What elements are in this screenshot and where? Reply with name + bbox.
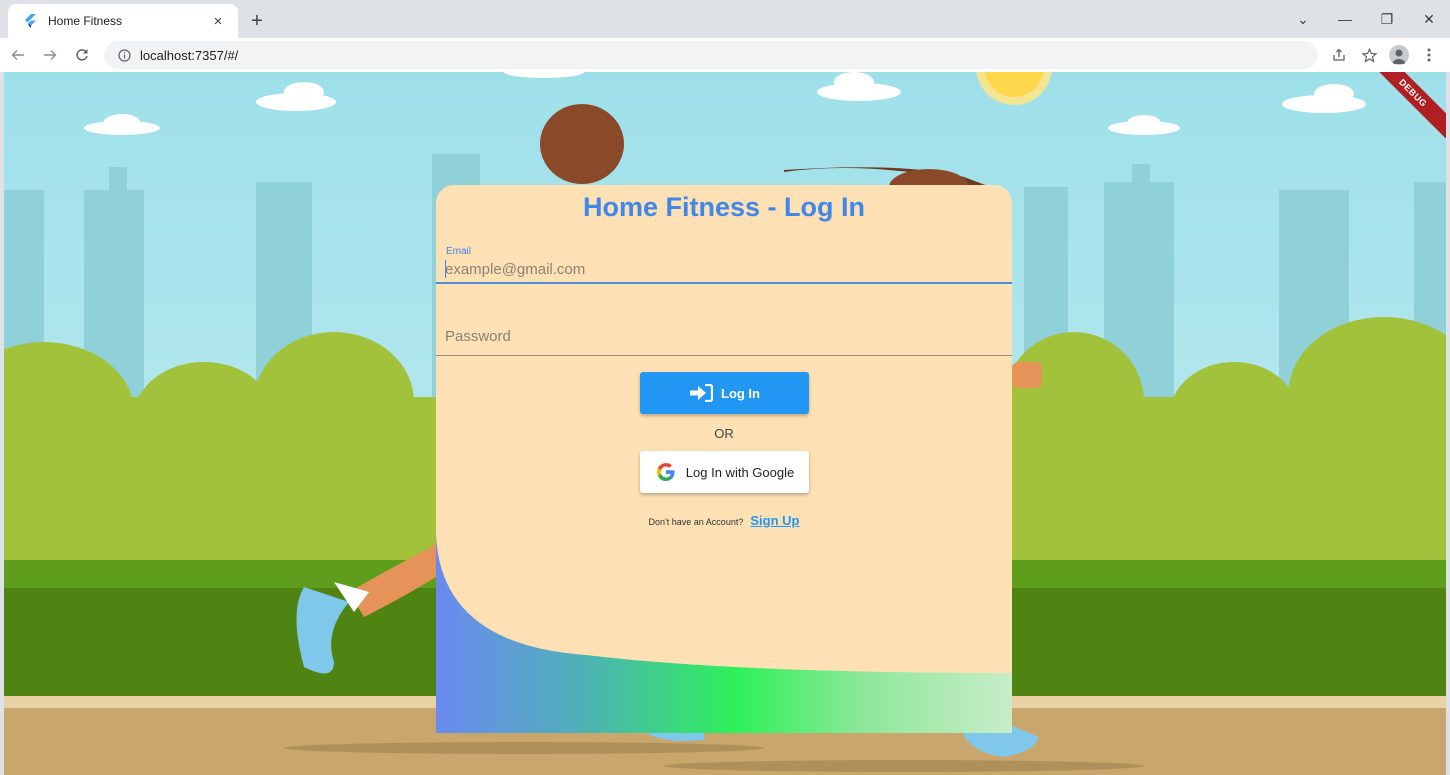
restore-icon[interactable]: ❐ [1366, 0, 1408, 38]
login-button[interactable]: Log In [640, 372, 809, 414]
page-viewport: DEBUG Home Fitness - Log In Email exampl… [4, 72, 1446, 775]
login-button-label: Log In [721, 385, 760, 401]
reload-icon[interactable] [68, 41, 96, 69]
or-divider: OR [714, 426, 734, 441]
password-field [436, 311, 1012, 356]
new-tab-button[interactable]: + [246, 10, 268, 32]
google-g-icon [656, 463, 675, 481]
signup-row: Don't have an Account? Sign Up [436, 513, 1012, 528]
login-arrow-icon [690, 384, 713, 402]
password-input[interactable] [445, 325, 1005, 347]
tab-title: Home Fitness [48, 14, 123, 28]
browser-tabbar: Home Fitness × + ⌄ — ❐ ✕ [0, 0, 1450, 38]
site-info-icon[interactable] [116, 47, 132, 63]
window-close-icon[interactable]: ✕ [1408, 0, 1450, 38]
signup-link[interactable]: Sign Up [750, 513, 799, 528]
share-icon[interactable] [1324, 41, 1354, 69]
tab-search-icon[interactable]: ⌄ [1282, 0, 1324, 38]
minimize-icon[interactable]: — [1324, 0, 1366, 38]
window-controls: ⌄ — ❐ ✕ [1282, 0, 1450, 38]
address-bar[interactable]: localhost:7357/#/ [104, 41, 1318, 69]
email-input[interactable] [445, 258, 1005, 280]
bookmark-star-icon[interactable] [1354, 41, 1384, 69]
back-icon[interactable] [4, 41, 32, 69]
profile-avatar[interactable] [1384, 41, 1414, 69]
page-title: Home Fitness - Log In [582, 192, 865, 222]
text-caret [445, 260, 446, 278]
signup-question: Don't have an Account? [648, 517, 744, 527]
forward-icon[interactable] [36, 41, 64, 69]
avatar-icon [1389, 45, 1409, 65]
google-button-label: Log In with Google [685, 464, 795, 480]
toolbar-actions [1324, 41, 1444, 69]
email-label: Email [446, 246, 472, 257]
browser-toolbar: localhost:7357/#/ [0, 38, 1450, 72]
google-login-button[interactable]: Log In with Google [640, 451, 809, 493]
email-field: Email [436, 244, 1012, 284]
url-text[interactable]: localhost:7357/#/ [140, 48, 238, 63]
menu-icon[interactable] [1414, 41, 1444, 69]
browser-tab[interactable]: Home Fitness × [8, 4, 238, 38]
login-card: Home Fitness - Log In Email Log In OR [436, 185, 1012, 733]
tab-close-icon[interactable]: × [208, 11, 228, 31]
flutter-icon [22, 13, 38, 29]
